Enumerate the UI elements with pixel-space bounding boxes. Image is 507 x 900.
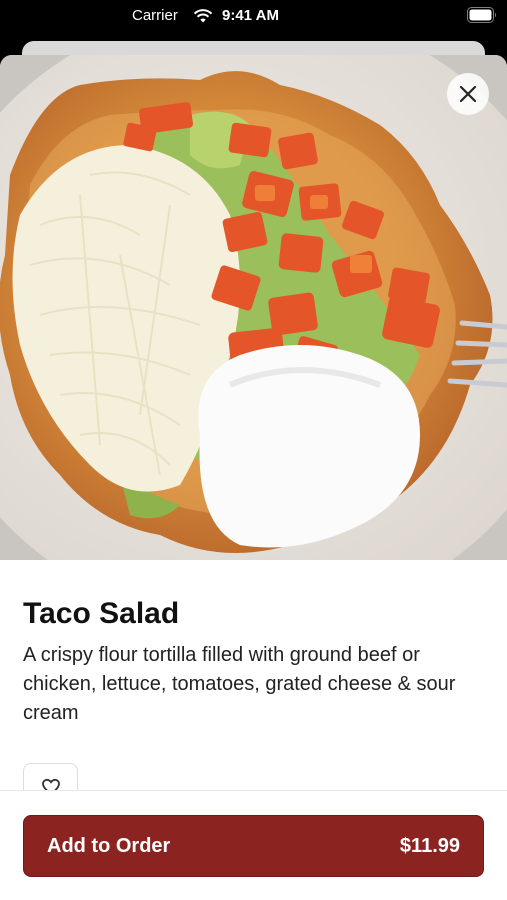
item-description: A crispy flour tortilla filled with grou… [23, 644, 456, 724]
add-to-order-label: Add to Order [47, 834, 171, 857]
status-bar: Carrier 9:41 AM [0, 0, 507, 34]
add-to-order-button[interactable]: Add to Order $11.99 [23, 815, 484, 877]
clock: 9:41 AM [222, 7, 279, 24]
bottom-action-bar: Add to Order $11.99 [0, 790, 507, 900]
wifi-icon [193, 9, 213, 23]
item-title: Taco Salad [23, 597, 180, 630]
battery-icon [467, 7, 496, 23]
item-detail-sheet: Taco Salad A crispy flour tortilla fille… [0, 55, 507, 900]
item-details: Taco Salad A crispy flour tortilla fille… [23, 595, 488, 728]
item-photo [0, 55, 507, 560]
close-button[interactable] [447, 73, 489, 115]
close-icon [459, 85, 477, 103]
carrier-label: Carrier [132, 7, 178, 24]
item-price: $11.99 [399, 834, 460, 857]
